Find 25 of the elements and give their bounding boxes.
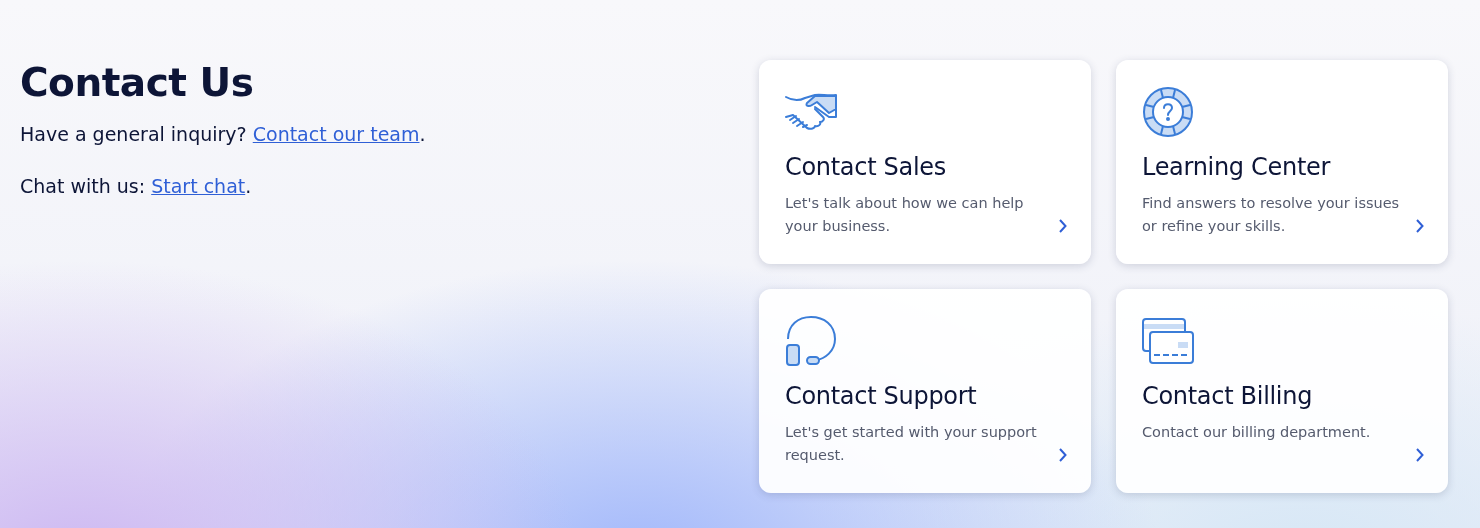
contact-sentence: Have a general inquiry? Contact our team. xyxy=(20,122,426,147)
card-title: Learning Center xyxy=(1142,152,1332,182)
contact-sentence: Chat with us: Start chat. xyxy=(20,174,253,199)
contact-card[interactable]: Contact Sales Let's talk about how we can help your business. xyxy=(759,60,1091,264)
card-title: Contact Sales xyxy=(785,152,947,182)
card-title: Contact Support xyxy=(785,381,978,411)
contact-card[interactable]: Contact Support Let's get started with your support request. xyxy=(759,289,1091,493)
card-title: Contact Billing xyxy=(1142,381,1314,411)
card-description: Let's talk about how we can help your business. xyxy=(785,194,1025,236)
lifebuoy-icon xyxy=(1142,86,1194,138)
card-description: Contact our billing department. xyxy=(1142,423,1372,442)
credit-cards-icon xyxy=(1142,318,1194,364)
card-description: Let's get started with your support request. xyxy=(785,423,1038,465)
contact-link[interactable]: Contact our team xyxy=(252,123,420,145)
chevron-right-icon xyxy=(1415,219,1424,233)
contact-card[interactable]: Learning Center Find answers to resolve your issues or refine your skills. xyxy=(1116,60,1448,264)
contact-card[interactable]: Contact Billing Contact our billing department. xyxy=(1116,289,1448,493)
chevron-right-icon xyxy=(1058,219,1067,233)
headset-icon xyxy=(785,315,837,367)
page-title: Contact Us xyxy=(20,60,255,106)
chevron-right-icon xyxy=(1415,448,1424,462)
chevron-right-icon xyxy=(1058,448,1067,462)
contact-link[interactable]: Start chat xyxy=(151,175,246,197)
card-description: Find answers to resolve your issues or refine your skills. xyxy=(1142,194,1401,236)
handshake-icon xyxy=(785,93,837,131)
